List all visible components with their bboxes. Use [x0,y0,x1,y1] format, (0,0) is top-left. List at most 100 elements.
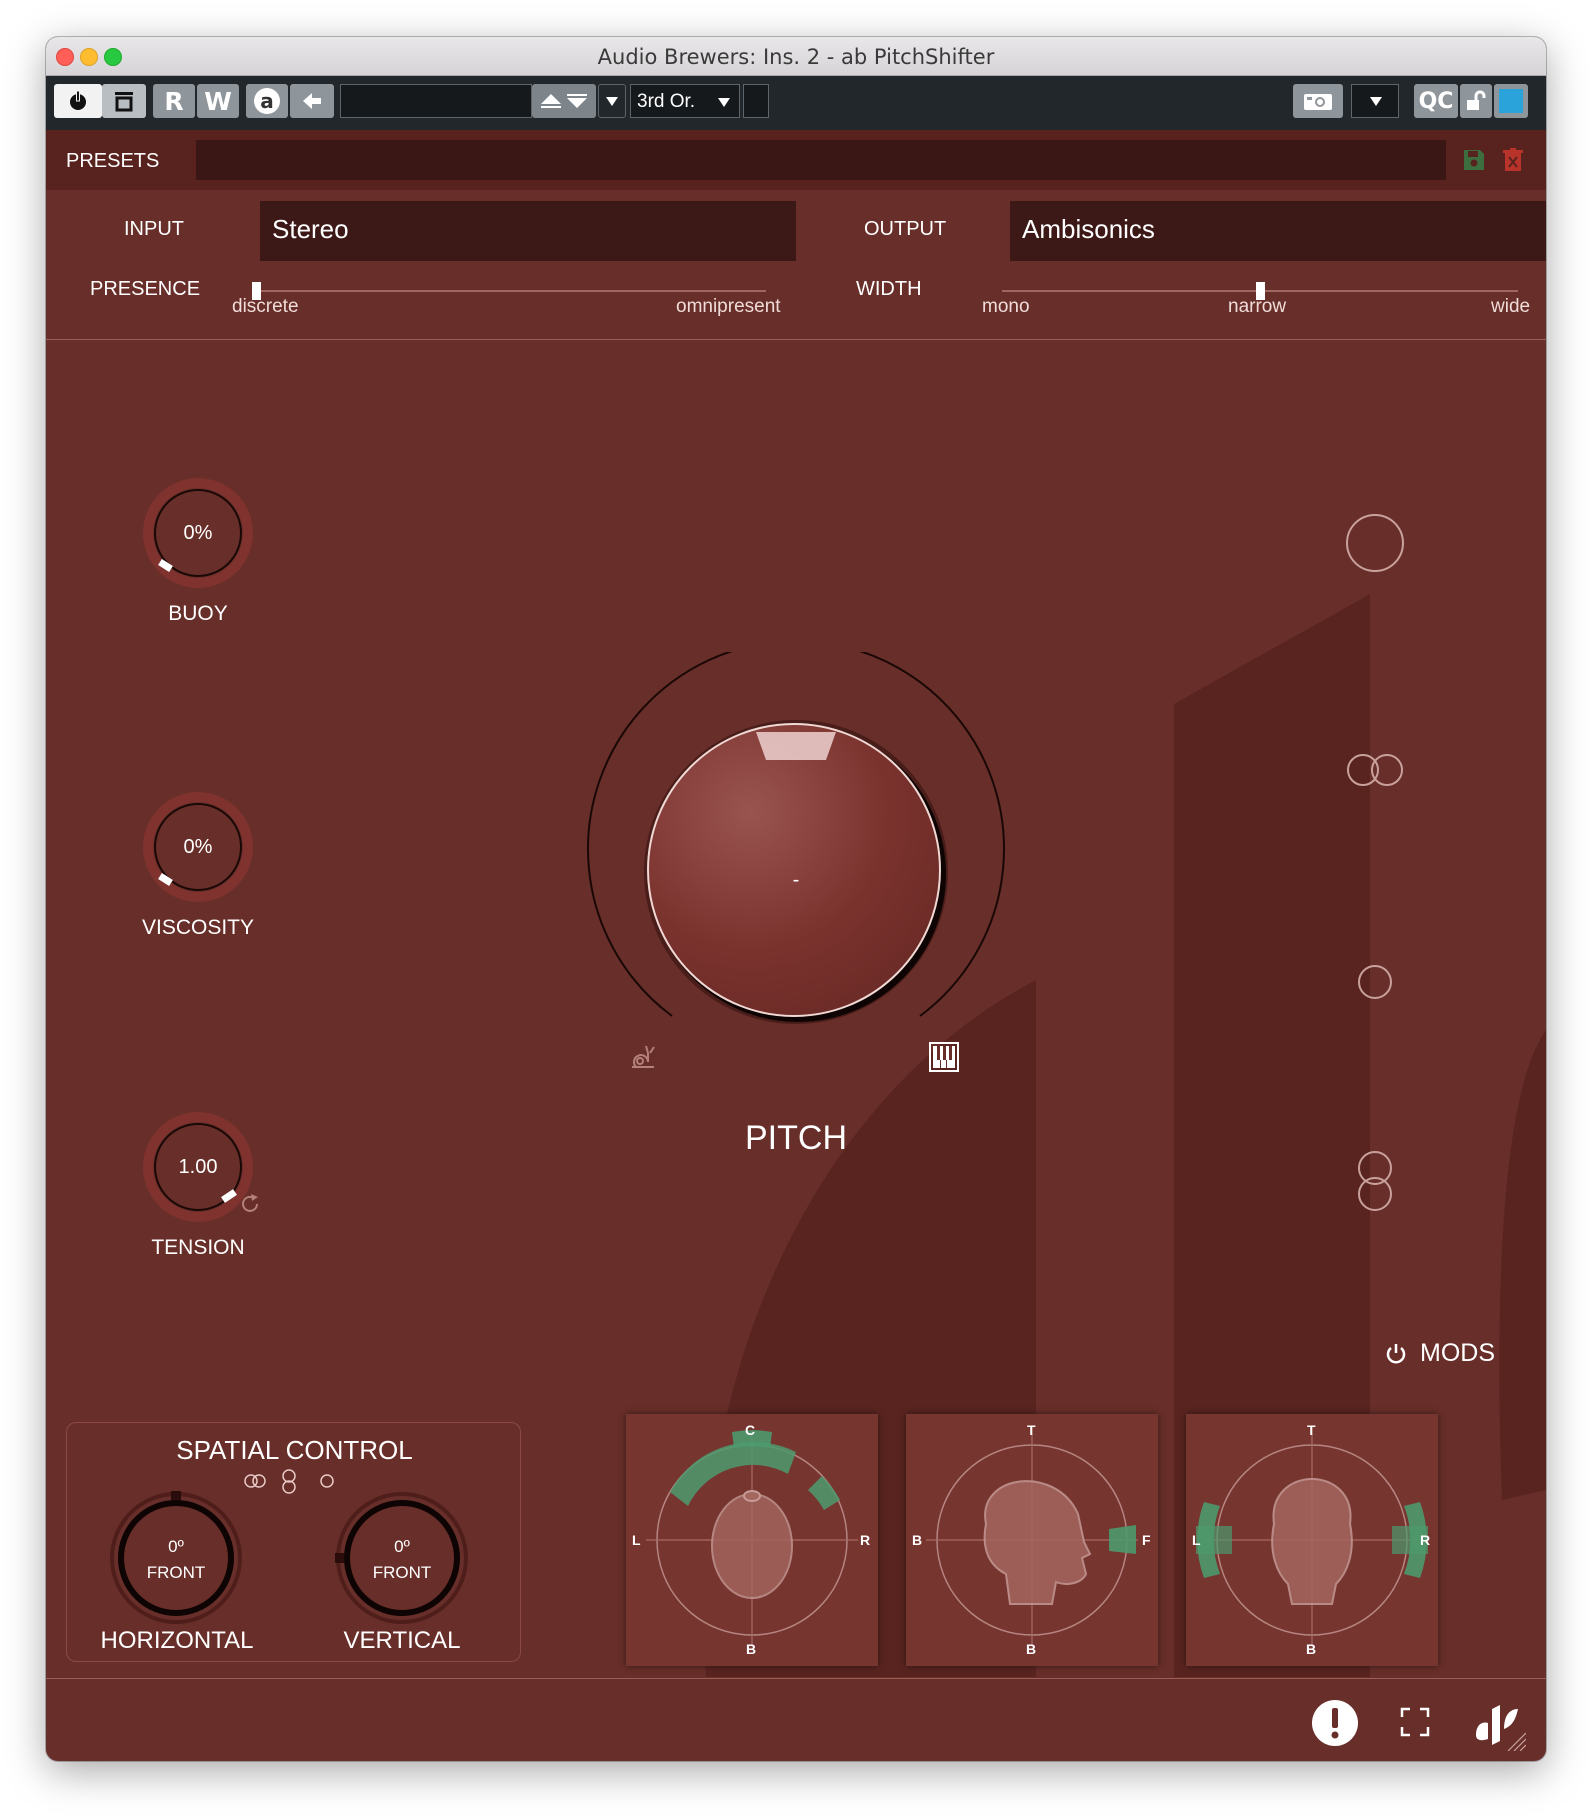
width-max-label: wide [1491,296,1531,317]
auto-button[interactable]: a [246,84,288,118]
width-mid-label: narrow [1228,296,1287,317]
side-view-label-right: F [1142,1532,1151,1548]
audio-brewers-logo-icon[interactable] [1470,1695,1526,1751]
top-view-visualizer [646,1430,858,1646]
figure8-vertical-icon[interactable] [1356,1147,1394,1217]
spatial-control-panel: SPATIAL CONTROL 0º FRONT HORIZONTAL 0º F [66,1422,521,1662]
plugin-window: Audio Brewers: Ins. 2 - ab PitchShifter … [46,37,1546,1761]
chevron-down-icon [718,98,730,107]
vertical-direction: FRONT [372,1563,432,1582]
bypass-icon [115,92,133,112]
snail-icon[interactable] [628,1041,660,1073]
back-button[interactable] [290,84,334,118]
piano-icon[interactable] [928,1041,960,1073]
order-select[interactable]: 3rd Or. [630,84,740,118]
color-swatch [1499,89,1523,113]
presets-label: PRESETS [66,150,160,172]
output-label: OUTPUT [864,218,947,240]
side-view-label-left: B [912,1532,923,1548]
pitch-label: PITCH [745,1119,847,1157]
chevron-down-icon [1370,97,1382,106]
side-view-panel: T B F B [906,1414,1158,1666]
presence-slider-track [256,290,766,292]
presence-label: PRESENCE [90,278,201,300]
vertical-label: VERTICAL [343,1627,461,1654]
unlock-icon [1467,90,1486,110]
up-down-arrows-icon [541,94,587,108]
width-label: WIDTH [856,278,922,300]
top-view-label-top: C [745,1422,756,1438]
preset-name-field[interactable] [340,84,532,118]
viscosity-label: VISCOSITY [141,916,255,939]
omni-pattern-icon[interactable] [1343,511,1407,575]
quick-controls-button[interactable]: QC [1414,84,1458,118]
color-toggle-button[interactable] [1494,84,1528,118]
tension-label: TENSION [151,1236,245,1259]
presence-max-label: omnipresent [676,296,781,317]
vertical-angle: 0º [394,1537,410,1556]
width-min-label: mono [982,296,1030,317]
output-select[interactable]: Ambisonics [1010,201,1546,261]
top-view-label-right: R [860,1532,871,1548]
title-bar: Audio Brewers: Ins. 2 - ab PitchShifter [46,37,1546,76]
buoy-value: 0% [183,522,213,544]
bypass-button[interactable] [102,84,146,118]
fullscreen-icon[interactable] [1400,1707,1430,1737]
front-view-label-left: L [1192,1532,1201,1548]
auto-label: a [254,88,280,114]
pitch-value: - [792,869,800,891]
top-view-panel: C L R B [626,1414,878,1666]
tension-value: 1.00 [178,1156,218,1178]
side-view-visualizer [926,1434,1138,1646]
side-view-label-bottom: B [1026,1641,1037,1657]
spatial-control-title: SPATIAL CONTROL [176,1435,413,1465]
input-select[interactable]: Stereo [260,201,796,261]
mods-label: MODS [1420,1339,1495,1367]
write-automation-button[interactable]: W [197,84,239,118]
presets-field[interactable] [196,140,1446,180]
read-automation-button[interactable]: R [153,84,195,118]
snapshot-button[interactable] [1293,84,1343,118]
options-menu-button[interactable] [1351,84,1399,118]
omni-pattern-icon[interactable] [319,1473,335,1489]
figure8-vertical-icon[interactable] [281,1468,297,1496]
order-select-value: 3rd Or. [637,91,696,112]
side-view-label-top: T [1027,1422,1036,1438]
small-omni-pattern-icon[interactable] [1356,963,1394,1001]
horizontal-direction: FRONT [146,1563,206,1582]
save-preset-icon[interactable] [1462,148,1486,172]
presence-min-label: discrete [232,296,299,317]
front-view-panel: T L R B [1186,1414,1438,1666]
top-view-label-bottom: B [746,1641,757,1657]
figure8-horizontal-icon[interactable] [1343,752,1407,788]
order-extra-toggle[interactable] [743,84,769,118]
horizontal-label: HORIZONTAL [100,1627,254,1654]
buoy-label: BUOY [168,602,228,625]
alert-icon[interactable] [1310,1698,1360,1748]
front-view-visualizer [1196,1434,1428,1646]
arrow-left-icon [303,93,321,109]
delete-preset-icon[interactable] [1503,148,1523,172]
input-label: INPUT [124,218,184,240]
power-icon [1386,1344,1406,1364]
window-title: Audio Brewers: Ins. 2 - ab PitchShifter [597,45,995,69]
camera-icon [1304,94,1332,110]
power-button[interactable] [54,84,102,118]
host-toolbar: R W a 3rd Or. QC [46,76,1546,130]
footer-divider [46,1678,1546,1679]
reset-icon[interactable] [238,1192,262,1216]
vertical-knob-dial [335,1492,468,1624]
front-view-label-bottom: B [1306,1641,1317,1657]
horizontal-knob-dial [110,1491,242,1624]
horizontal-angle: 0º [168,1537,184,1556]
lock-button[interactable] [1460,84,1492,118]
front-view-label-right: R [1420,1532,1431,1548]
top-view-label-left: L [632,1532,641,1548]
figure8-horizontal-icon[interactable] [243,1473,267,1489]
viscosity-value: 0% [183,836,213,858]
chevron-down-icon [606,97,618,106]
front-view-label-top: T [1307,1422,1316,1438]
presets-bar: PRESETS [46,130,1546,190]
preset-menu-button[interactable] [598,84,626,118]
preset-up-down-button[interactable] [532,84,596,118]
